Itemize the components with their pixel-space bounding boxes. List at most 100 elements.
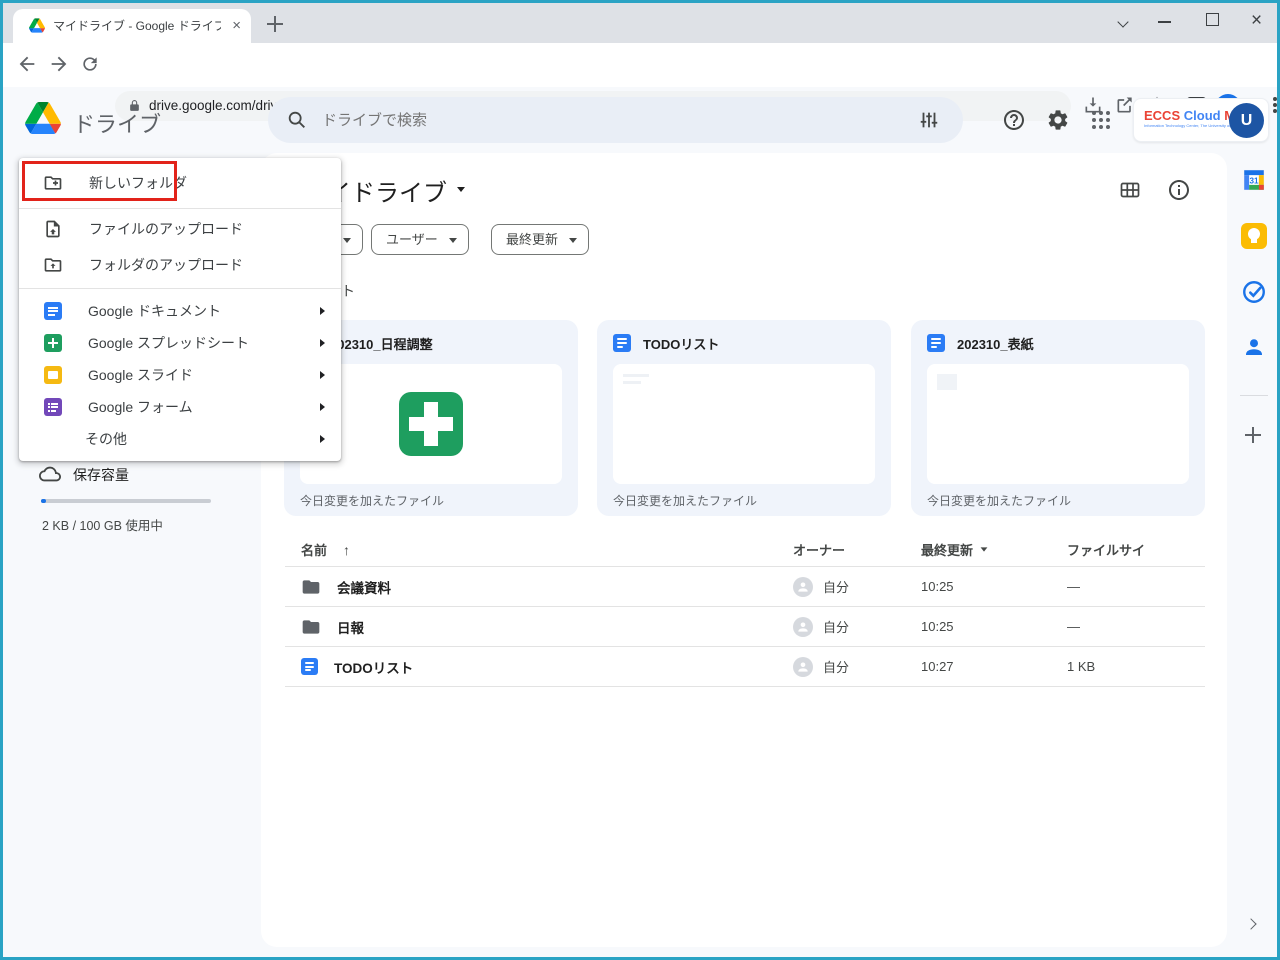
card-caption: 今日変更を加えたファイル <box>613 492 757 509</box>
app-name: ドライブ <box>73 107 161 139</box>
submenu-arrow-icon <box>320 435 325 443</box>
menu-item-label: ファイルのアップロード <box>89 219 243 239</box>
contacts-icon[interactable] <box>1242 335 1266 359</box>
show-side-panel-chevron[interactable] <box>1245 918 1256 929</box>
folder-icon <box>301 617 321 637</box>
sort-direction-icon <box>981 547 988 551</box>
menu-item-label: フォルダのアップロード <box>89 255 243 275</box>
calendar-icon[interactable]: 31 <box>1241 167 1267 193</box>
sort-ascending-icon[interactable]: ↑ <box>343 542 350 558</box>
owner-name: 自分 <box>823 657 849 676</box>
badge-subtext: Information Technology Center, The Unive… <box>1144 123 1232 128</box>
browser-toolbar: drive.google.com/drive/my-drive U <box>3 43 1277 87</box>
menu-divider <box>19 208 341 209</box>
keep-icon[interactable] <box>1241 223 1267 249</box>
menu-item-label: その他 <box>85 429 127 449</box>
menu-item-google-sheets[interactable]: Google スプレッドシート <box>19 327 341 359</box>
chip-user-filter[interactable]: ユーザー <box>371 224 469 255</box>
tab-close-icon[interactable]: × <box>232 18 241 33</box>
storage-progress-bar <box>41 499 211 503</box>
menu-item-google-forms[interactable]: Google フォーム <box>19 391 341 423</box>
file-name[interactable]: TODOリスト <box>334 657 413 677</box>
col-name[interactable]: 名前 <box>301 540 327 559</box>
submenu-arrow-icon <box>320 371 325 379</box>
tab-strip: マイドライブ - Google ドライブ × × <box>3 3 1277 43</box>
menu-item-google-slides[interactable]: Google スライド <box>19 359 341 391</box>
file-name[interactable]: 会議資料 <box>337 577 391 597</box>
modified-time: 10:27 <box>903 659 1049 674</box>
owner-avatar-icon <box>793 577 813 597</box>
folder-upload-icon <box>43 255 63 275</box>
window-minimize-button[interactable] <box>1158 21 1171 23</box>
info-icon[interactable] <box>1167 178 1191 202</box>
menu-item-more[interactable]: その他 <box>19 423 341 455</box>
back-button[interactable] <box>16 53 38 75</box>
share-icon[interactable] <box>1115 95 1135 115</box>
window-maximize-button[interactable] <box>1206 13 1219 26</box>
browser-menu-kebab-icon[interactable] <box>1273 103 1277 107</box>
card-thumbnail <box>927 364 1189 484</box>
owner-avatar-icon <box>793 617 813 637</box>
menu-item-folder-upload[interactable]: フォルダのアップロード <box>19 247 341 283</box>
title-dropdown-icon[interactable] <box>457 187 465 192</box>
col-modified[interactable]: 最終更新 <box>921 540 973 559</box>
google-apps-grid-icon[interactable] <box>1092 111 1096 115</box>
browser-tab[interactable]: マイドライブ - Google ドライブ × <box>13 9 251 43</box>
eccs-word: ECCS <box>1144 108 1180 123</box>
slides-icon <box>44 366 62 384</box>
search-input[interactable] <box>320 105 880 135</box>
table-row[interactable]: TODOリスト 自分 10:27 1 KB <box>285 647 1205 687</box>
forward-button[interactable] <box>48 53 70 75</box>
submenu-arrow-icon <box>320 339 325 347</box>
card-title: TODOリスト <box>643 334 719 353</box>
folder-icon <box>301 577 321 597</box>
settings-gear-icon[interactable] <box>1046 108 1070 132</box>
col-size[interactable]: ファイルサイ <box>1049 540 1169 559</box>
submenu-arrow-icon <box>320 403 325 411</box>
drive-favicon <box>29 18 45 33</box>
reload-button[interactable] <box>80 54 100 74</box>
section-label-fragment: ト <box>341 281 355 301</box>
docs-icon <box>613 334 631 352</box>
menu-item-label: Google フォーム <box>88 397 193 417</box>
storage-label[interactable]: 保存容量 <box>73 465 129 485</box>
chip-label: ユーザー <box>386 232 438 247</box>
tasks-icon[interactable] <box>1241 279 1267 305</box>
list-grid-toggle-icon[interactable] <box>1118 178 1142 202</box>
modified-time: 10:25 <box>903 579 1049 594</box>
account-avatar[interactable]: U <box>1229 103 1264 138</box>
file-table: 名前 ↑ オーナー 最終更新 ファイルサイ 会議資料 <box>285 533 1205 687</box>
storage-usage-text: 2 KB / 100 GB 使用中 <box>42 515 163 534</box>
cloud-storage-icon <box>39 463 61 485</box>
account-badge[interactable]: ECCS Cloud Mail Information Technology C… <box>1133 98 1269 142</box>
table-row[interactable]: 会議資料 自分 10:25 — <box>285 567 1205 607</box>
menu-item-google-docs[interactable]: Google ドキュメント <box>19 295 341 327</box>
table-header-row: 名前 ↑ オーナー 最終更新 ファイルサイ <box>285 533 1205 567</box>
help-icon[interactable] <box>1002 108 1026 132</box>
menu-item-label: Google スライド <box>88 365 193 385</box>
table-row[interactable]: 日報 自分 10:25 — <box>285 607 1205 647</box>
forms-icon <box>44 398 62 416</box>
col-owner[interactable]: オーナー <box>775 540 903 559</box>
file-size: — <box>1049 579 1169 594</box>
drive-logo[interactable] <box>25 102 61 134</box>
chip-modified-filter[interactable]: 最終更新 <box>491 224 589 255</box>
modified-time: 10:25 <box>903 619 1049 634</box>
search-bar[interactable] <box>268 97 963 143</box>
docs-icon <box>301 658 318 675</box>
menu-item-file-upload[interactable]: ファイルのアップロード <box>19 211 341 247</box>
file-card-document[interactable]: 202310_表紙 今日変更を加えたファイル <box>911 320 1205 516</box>
file-card-document[interactable]: TODOリスト 今日変更を加えたファイル <box>597 320 891 516</box>
card-title: 202310_表紙 <box>957 334 1034 353</box>
docs-icon <box>927 334 945 352</box>
highlight-red-box <box>22 161 177 201</box>
file-upload-icon <box>43 219 63 239</box>
owner-name: 自分 <box>823 577 849 596</box>
search-icon <box>286 109 308 131</box>
owner-avatar-icon <box>793 657 813 677</box>
cloud-word: Cloud <box>1184 108 1221 123</box>
file-name[interactable]: 日報 <box>337 617 364 637</box>
sheets-logo-large <box>399 392 463 456</box>
search-options-tune-icon[interactable] <box>918 109 940 131</box>
window-close-button[interactable]: × <box>1251 10 1262 32</box>
